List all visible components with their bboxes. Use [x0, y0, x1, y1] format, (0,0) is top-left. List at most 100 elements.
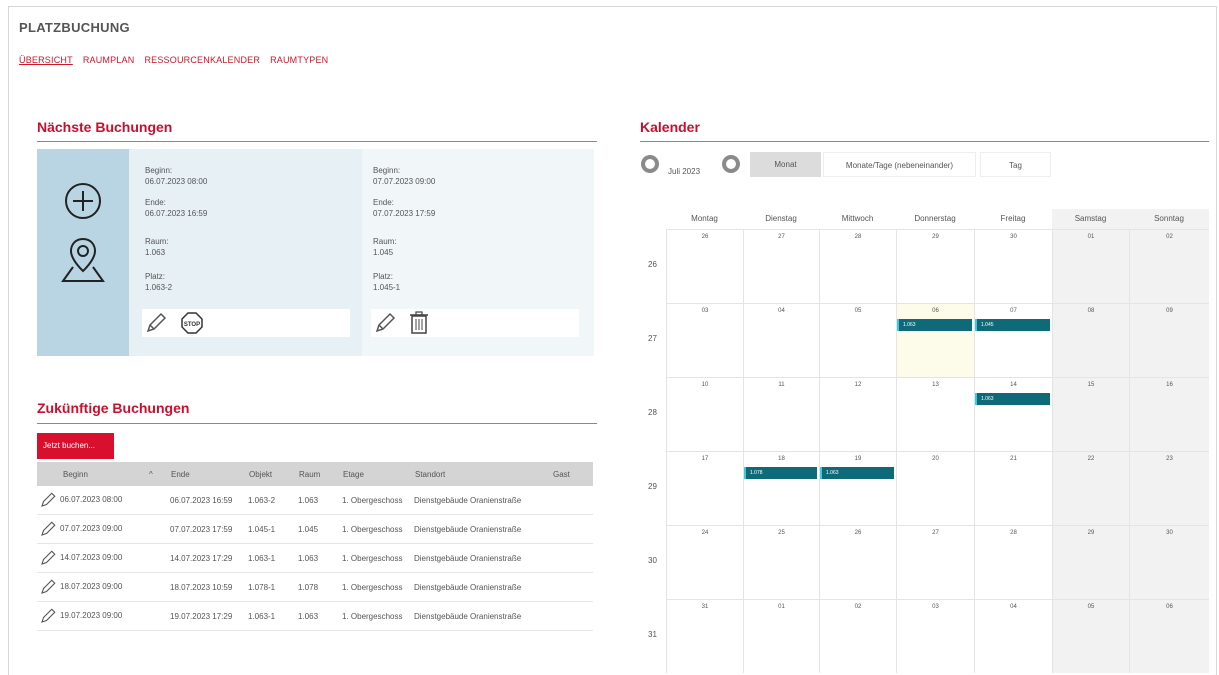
- booking-end: Ende: 07.07.2023 17:59: [373, 197, 435, 219]
- begin-label: Beginn:: [373, 166, 401, 175]
- calendar-day-cell[interactable]: 20: [896, 451, 974, 525]
- room-value: 1.063: [295, 543, 339, 573]
- col-raum[interactable]: Raum: [295, 462, 339, 486]
- calendar-event[interactable]: 1.078: [744, 467, 817, 479]
- calendar-day-cell[interactable]: 05: [819, 303, 896, 377]
- weekday-header: Dienstag: [765, 214, 797, 223]
- calendar-day-cell[interactable]: 12: [819, 377, 896, 451]
- end-label: Ende:: [373, 198, 394, 207]
- location-map-icon[interactable]: [59, 233, 107, 285]
- calendar-day-cell[interactable]: 17: [666, 451, 743, 525]
- calendar-day-cell[interactable]: 10: [666, 377, 743, 451]
- table-row[interactable]: 19.07.2023 09:00 19.07.2023 17:29 1.063-1 1…: [37, 601, 593, 631]
- calendar-day-cell[interactable]: 19: [819, 451, 896, 525]
- view-day-button[interactable]: Tag: [980, 152, 1051, 177]
- next-month-button[interactable]: [722, 155, 740, 173]
- col-gast[interactable]: Gast: [549, 462, 593, 486]
- booking-begin: Beginn: 06.07.2023 08:00: [145, 165, 207, 187]
- pencil-icon[interactable]: [39, 607, 57, 625]
- pencil-icon[interactable]: [144, 311, 168, 335]
- col-objekt[interactable]: Objekt: [245, 462, 295, 486]
- calendar-day-cell[interactable]: 29: [1052, 525, 1129, 599]
- calendar-day-cell[interactable]: 26: [666, 229, 743, 303]
- pencil-icon[interactable]: [39, 549, 57, 567]
- calendar-day-cell[interactable]: 26: [819, 525, 896, 599]
- calendar-day-cell[interactable]: 24: [666, 525, 743, 599]
- nav-raumtypen[interactable]: RAUMTYPEN: [270, 55, 328, 65]
- calendar-day-cell[interactable]: 06: [1129, 599, 1209, 673]
- nav-uebersicht[interactable]: ÜBERSICHT: [19, 55, 73, 65]
- day-number: 19: [854, 456, 862, 462]
- calendar-day-cell[interactable]: 03: [896, 599, 974, 673]
- calendar-event[interactable]: 1.045: [975, 319, 1050, 331]
- day-number: 13: [932, 382, 939, 388]
- begin-value: 18.07.2023 09:00: [60, 582, 123, 592]
- col-etage[interactable]: Etage: [339, 462, 411, 486]
- room-value: 1.063: [295, 601, 339, 631]
- pencil-icon[interactable]: [39, 491, 57, 509]
- table-row[interactable]: 06.07.2023 08:00 06.07.2023 16:59 1.063-2 1…: [37, 486, 593, 515]
- calendar-day-cell[interactable]: 03: [666, 303, 743, 377]
- weekday-header: Mittwoch: [841, 214, 874, 223]
- calendar-day-cell[interactable]: 21: [974, 451, 1052, 525]
- col-beginn[interactable]: Beginn: [37, 462, 145, 486]
- calendar-day-cell[interactable]: 04: [974, 599, 1052, 673]
- calendar-day-cell[interactable]: 06: [896, 303, 974, 377]
- add-booking-icon[interactable]: [63, 181, 103, 221]
- calendar-day-cell[interactable]: 09: [1129, 303, 1209, 377]
- pencil-icon[interactable]: [373, 311, 397, 335]
- calendar-day-cell[interactable]: 01: [743, 599, 819, 673]
- nav-ressourcenkalender[interactable]: RESSOURCENKALENDER: [144, 55, 260, 65]
- calendar-day-cell[interactable]: 11: [743, 377, 819, 451]
- view-side-by-side-button[interactable]: Monate/Tage (nebeneinander): [823, 152, 976, 177]
- sort-asc-icon[interactable]: ^: [145, 462, 167, 486]
- guest-value: [549, 601, 593, 631]
- calendar-day-cell[interactable]: 30: [974, 229, 1052, 303]
- view-month-button[interactable]: Monat: [750, 152, 821, 177]
- day-number: 28: [854, 234, 862, 240]
- calendar-day-cell[interactable]: 31: [666, 599, 743, 673]
- calendar-day-cell[interactable]: 15: [1052, 377, 1129, 451]
- calendar-day-cell[interactable]: 07: [974, 303, 1052, 377]
- calendar-day-cell[interactable]: 27: [743, 229, 819, 303]
- col-standort[interactable]: Standort: [411, 462, 549, 486]
- nav-raumplan[interactable]: RAUMPLAN: [83, 55, 135, 65]
- pencil-icon[interactable]: [39, 578, 57, 596]
- stop-icon[interactable]: STOP: [180, 311, 204, 335]
- calendar-day-cell[interactable]: 28: [974, 525, 1052, 599]
- calendar-day-cell[interactable]: 22: [1052, 451, 1129, 525]
- seat-value: 1.063-2: [145, 283, 173, 292]
- next-booking-card[interactable]: Beginn: 06.07.2023 08:00 Ende: 06.07.202…: [130, 149, 362, 356]
- table-row[interactable]: 18.07.2023 09:00 18.07.2023 10:59 1.078-1 1…: [37, 572, 593, 602]
- col-ende[interactable]: Ende: [167, 462, 245, 486]
- calendar-day-cell[interactable]: 14: [974, 377, 1052, 451]
- calendar-event[interactable]: 1.063: [820, 467, 894, 479]
- room-value: 1.063: [295, 486, 339, 515]
- calendar-day-cell[interactable]: 02: [1129, 229, 1209, 303]
- calendar-event[interactable]: 1.063: [975, 393, 1050, 405]
- calendar-day-cell[interactable]: 13: [896, 377, 974, 451]
- calendar-day-cell[interactable]: 01: [1052, 229, 1129, 303]
- begin-cell: 14.07.2023 09:00: [37, 543, 145, 573]
- table-row[interactable]: 07.07.2023 09:00 07.07.2023 17:59 1.045-1 1…: [37, 514, 593, 544]
- calendar-day-cell[interactable]: 29: [896, 229, 974, 303]
- trash-icon[interactable]: [409, 311, 429, 335]
- prev-month-button[interactable]: [641, 155, 659, 173]
- calendar-day-cell[interactable]: 08: [1052, 303, 1129, 377]
- calendar-day-cell[interactable]: 30: [1129, 525, 1209, 599]
- book-now-button[interactable]: Jetzt buchen...: [37, 433, 114, 459]
- pencil-icon[interactable]: [39, 520, 57, 538]
- calendar-day-cell[interactable]: 05: [1052, 599, 1129, 673]
- calendar-day-cell[interactable]: 23: [1129, 451, 1209, 525]
- calendar-day-cell[interactable]: 28: [819, 229, 896, 303]
- calendar-day-cell[interactable]: 02: [819, 599, 896, 673]
- calendar-day-cell[interactable]: 18: [743, 451, 819, 525]
- calendar-day-cell[interactable]: 04: [743, 303, 819, 377]
- calendar-day-cell[interactable]: 25: [743, 525, 819, 599]
- calendar-day-cell[interactable]: 16: [1129, 377, 1209, 451]
- calendar-day-cell[interactable]: 27: [896, 525, 974, 599]
- calendar-event[interactable]: 1.063: [897, 319, 972, 331]
- table-row[interactable]: 14.07.2023 09:00 14.07.2023 17:29 1.063-1 1…: [37, 543, 593, 573]
- day-number: 05: [1087, 604, 1095, 610]
- next-booking-card[interactable]: Beginn: 07.07.2023 09:00 Ende: 07.07.202…: [362, 149, 594, 356]
